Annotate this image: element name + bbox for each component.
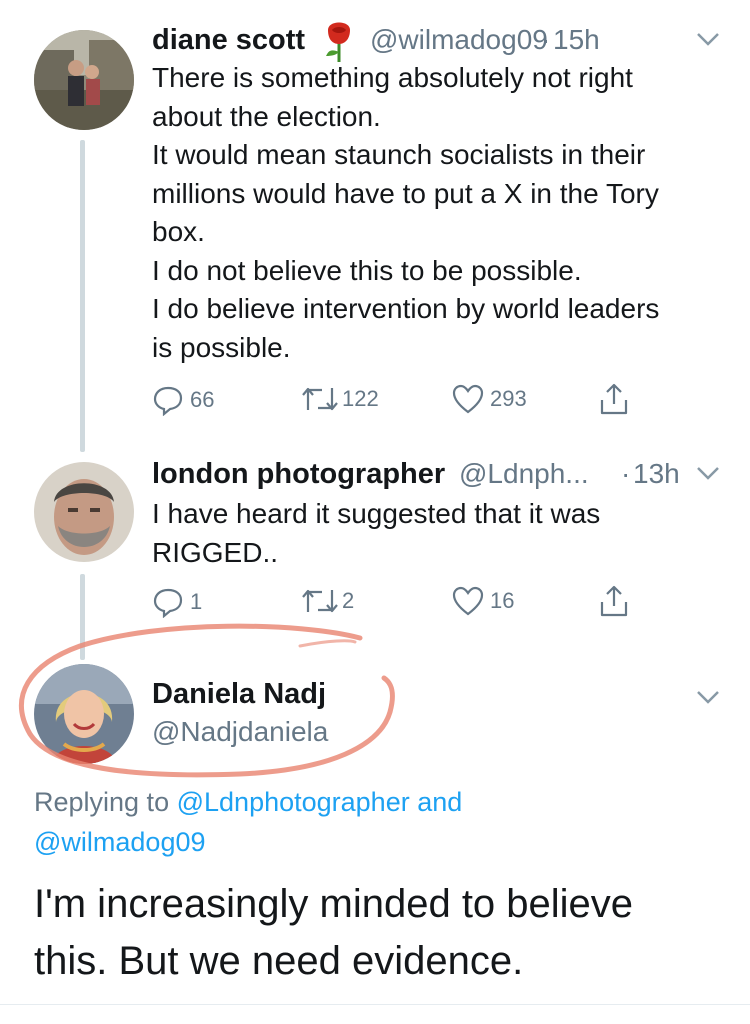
avatar-diane-scott[interactable] bbox=[34, 30, 134, 130]
red-circle-annotation bbox=[19, 623, 395, 778]
tweet-1-line: is possible. bbox=[152, 331, 291, 363]
chevron-down-icon[interactable] bbox=[696, 466, 720, 480]
retweet-count: 2 bbox=[342, 588, 355, 613]
reply-icon bbox=[153, 588, 183, 618]
tweet-1-line: millions would have to put a X in the To… bbox=[152, 177, 659, 209]
like-icon bbox=[452, 384, 484, 414]
tweet-1-handle[interactable]: @wilmadog09 bbox=[370, 24, 548, 56]
tweet-1-line: There is something absolutely not right bbox=[152, 62, 633, 93]
rose-icon bbox=[320, 22, 358, 62]
like-icon bbox=[452, 586, 484, 616]
tweet-1-line: It would mean staunch socialists in thei… bbox=[152, 139, 646, 170]
tweet-1-time[interactable]: 15h bbox=[553, 24, 600, 56]
reply-to-link-wilmadog09[interactable]: @wilmadog09 bbox=[34, 827, 206, 857]
tweet-2-handle[interactable]: @Ldnph... bbox=[459, 458, 589, 490]
tweet-1-line: box. bbox=[152, 216, 205, 247]
like-button[interactable]: 16 bbox=[452, 586, 514, 616]
replying-to-and: and bbox=[417, 787, 463, 817]
avatar-london-photographer[interactable] bbox=[34, 462, 134, 562]
tweet-1-line: about the election. bbox=[152, 100, 381, 132]
retweet-button[interactable]: 2 bbox=[300, 586, 354, 616]
chevron-down-icon[interactable] bbox=[696, 32, 720, 46]
retweet-icon bbox=[302, 387, 338, 411]
reply-button[interactable]: 66 bbox=[152, 384, 214, 416]
tweet-2-dot: · bbox=[621, 458, 631, 489]
replying-to-prefix: Replying to bbox=[34, 787, 170, 817]
like-count: 293 bbox=[490, 386, 527, 411]
focused-line: this. But we need evidence. bbox=[34, 939, 524, 983]
tweet-2-line: RIGGED.. bbox=[152, 536, 279, 568]
like-button[interactable]: 293 bbox=[452, 384, 527, 414]
focused-line: I'm increasingly minded to believe bbox=[34, 882, 634, 926]
replying-to: Replying to @Ldnphotographer and @wilmad… bbox=[34, 782, 714, 862]
focused-tweet-text: I'm increasingly minded to believe this.… bbox=[34, 876, 734, 990]
reply-to-link-ldnphotographer[interactable]: @Ldnphotographer bbox=[177, 787, 410, 817]
tweet-1-line: I do not believe this to be possible. bbox=[152, 254, 582, 286]
share-icon bbox=[600, 383, 628, 415]
share-button[interactable] bbox=[598, 584, 630, 618]
share-button[interactable] bbox=[598, 382, 630, 416]
thread-line-1 bbox=[80, 140, 85, 452]
tweet-1-text: There is something absolutely not right … bbox=[152, 59, 732, 367]
retweet-button[interactable]: 122 bbox=[300, 384, 379, 414]
tweet-2-text: I have heard it suggested that it was RI… bbox=[152, 495, 732, 572]
bottom-divider bbox=[0, 1004, 750, 1005]
like-count: 16 bbox=[490, 588, 515, 613]
tweet-1-line: I do believe intervention by world leade… bbox=[152, 293, 660, 324]
chevron-down-icon[interactable] bbox=[696, 690, 720, 704]
reply-button[interactable]: 1 bbox=[152, 586, 202, 618]
reply-count: 1 bbox=[190, 589, 203, 614]
retweet-icon bbox=[302, 589, 338, 613]
retweet-count: 122 bbox=[342, 386, 379, 411]
reply-count: 66 bbox=[190, 387, 215, 412]
reply-icon bbox=[153, 386, 183, 416]
share-icon bbox=[600, 585, 628, 617]
tweet-2-author-name[interactable]: london photographer bbox=[152, 458, 445, 491]
tweet-1-author-name[interactable]: diane scott bbox=[152, 24, 305, 57]
tweet-2-time[interactable]: 13h bbox=[633, 458, 680, 490]
tweet-2-line: I have heard it suggested that it was bbox=[152, 498, 601, 529]
tweet-1-dot: · bbox=[541, 24, 551, 55]
